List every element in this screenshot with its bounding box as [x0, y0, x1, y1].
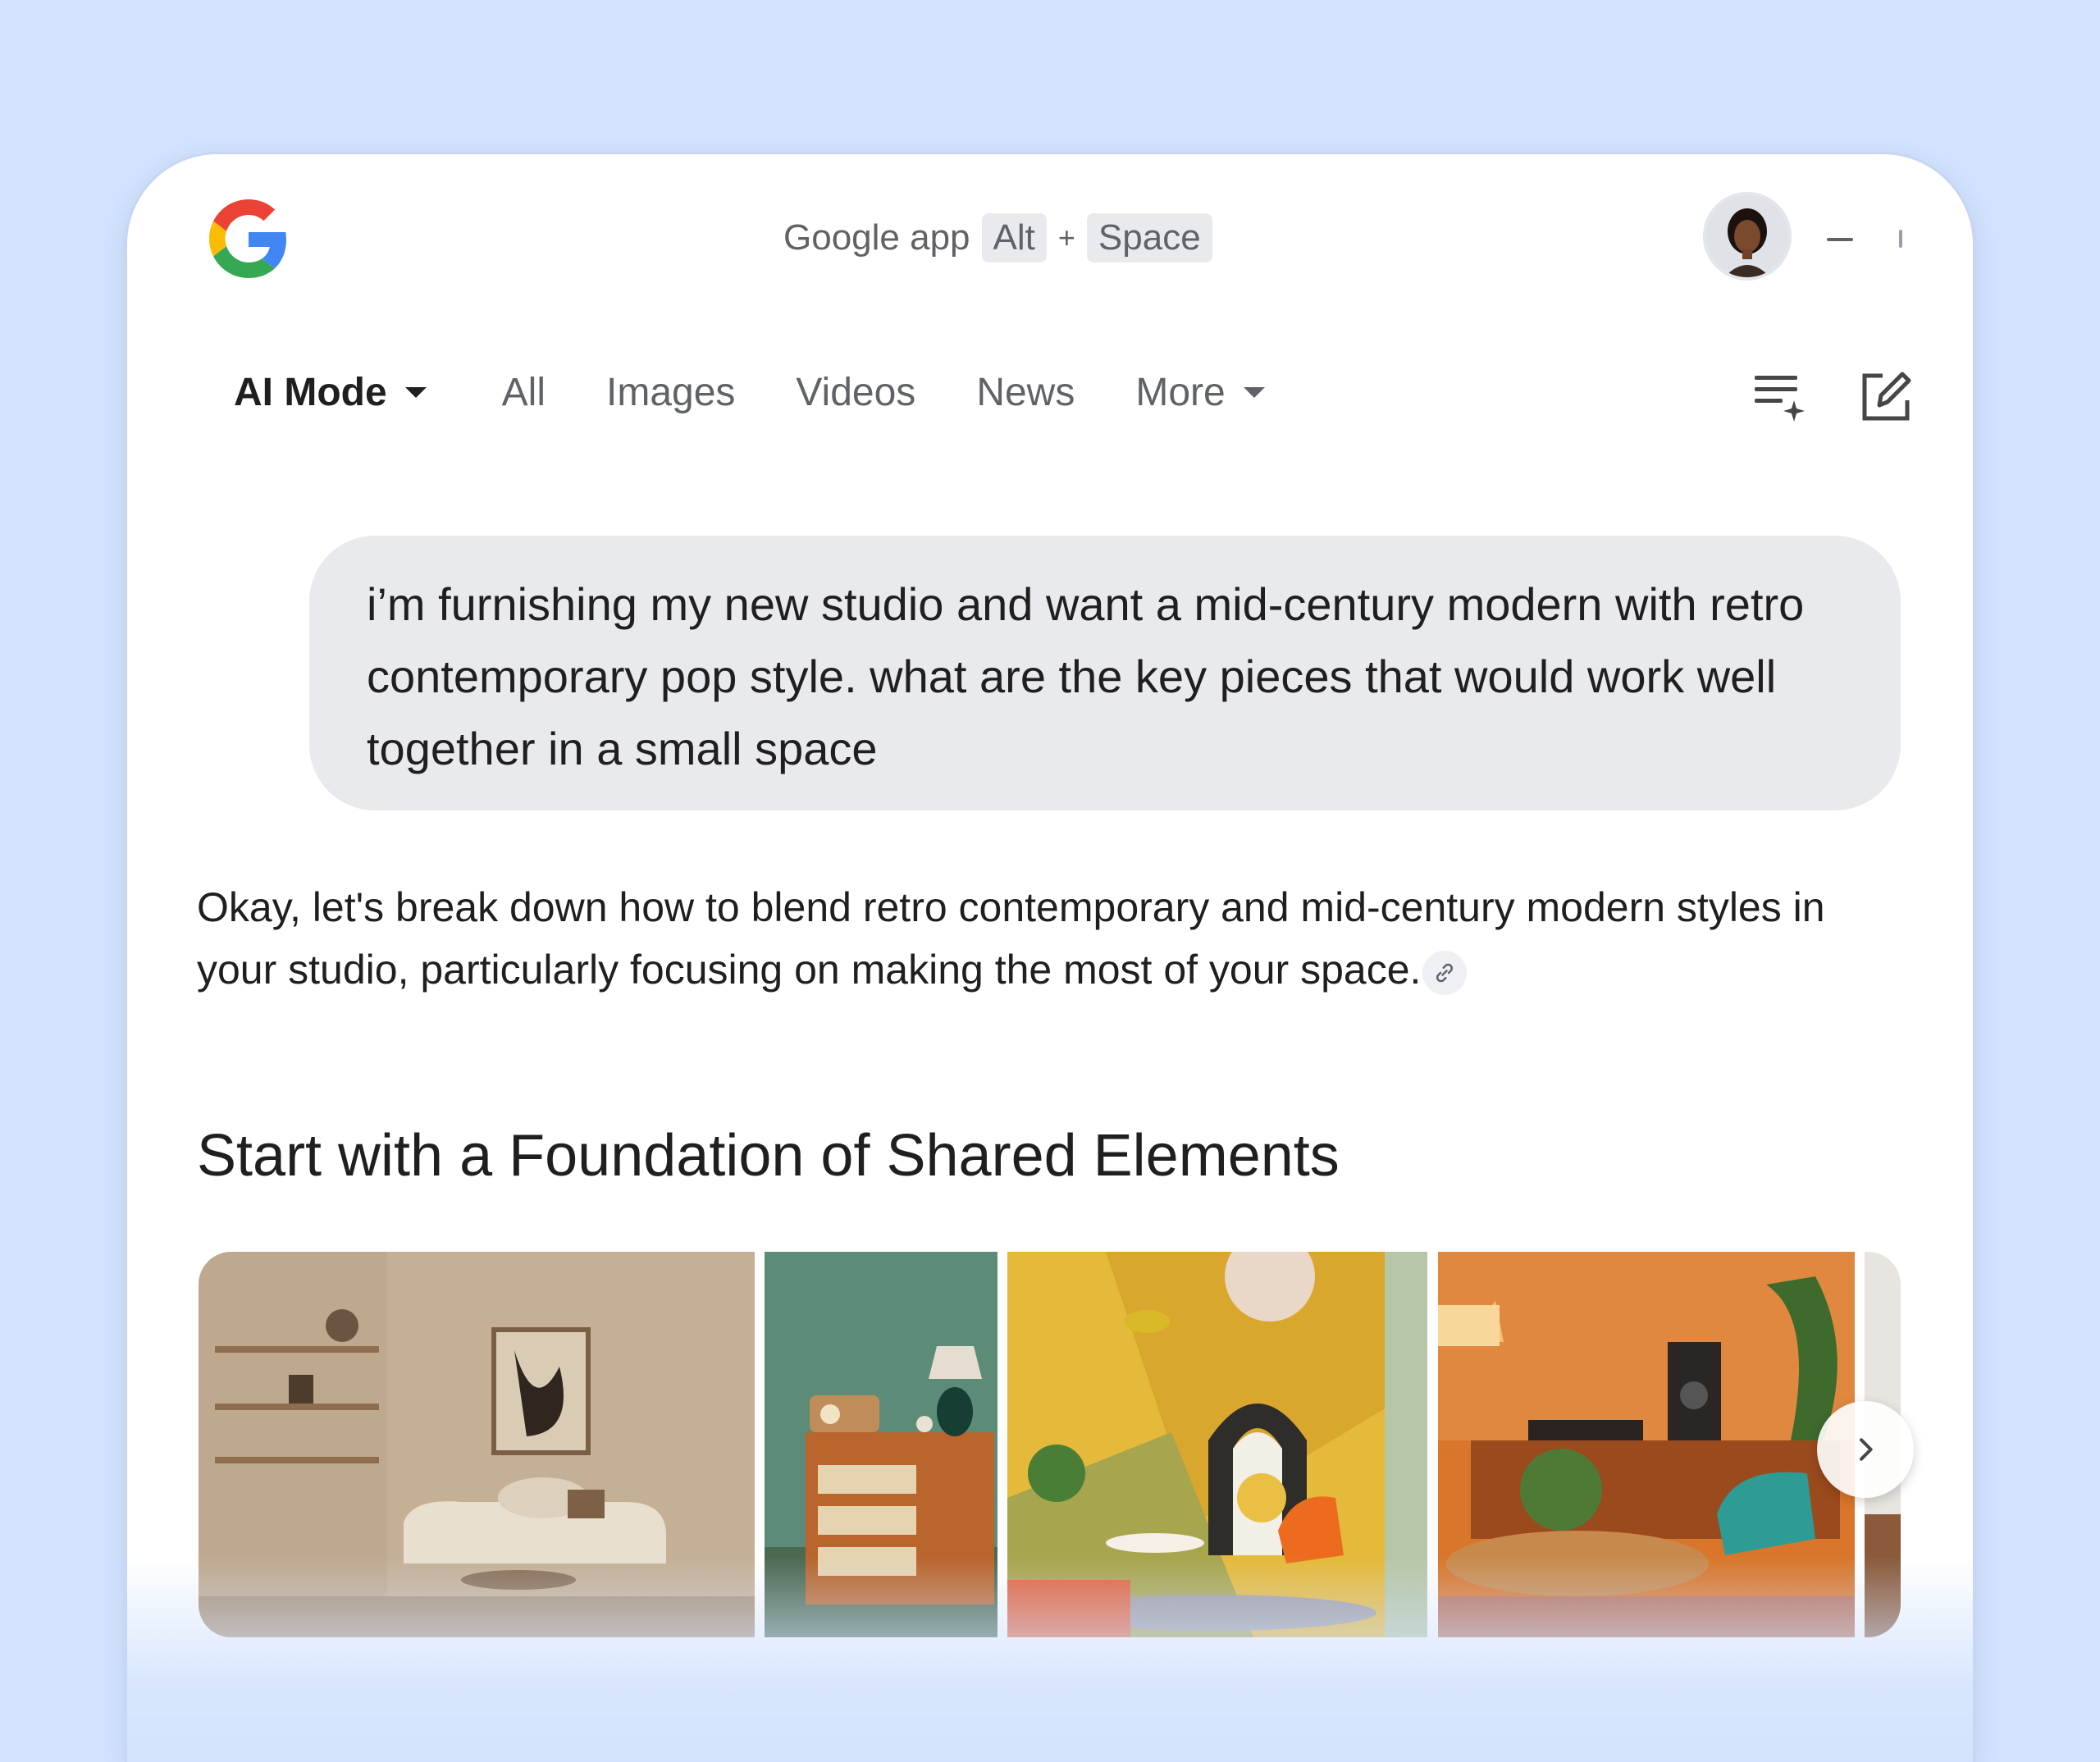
tab-label: Videos	[796, 370, 916, 414]
app-name: Google app	[783, 217, 970, 258]
tab-images[interactable]: Images	[606, 370, 735, 415]
tab-more[interactable]: More	[1135, 370, 1265, 415]
tab-label: Images	[606, 370, 736, 414]
history-sparkle-icon[interactable]	[1751, 367, 1809, 425]
link-icon	[1436, 963, 1454, 983]
tab-label: AI Mode	[234, 370, 387, 414]
bottom-fade-overlay	[127, 1557, 1973, 1762]
avatar-portrait	[1706, 195, 1788, 277]
shortcut-key-space: Space	[1086, 213, 1212, 262]
tab-videos[interactable]: Videos	[796, 370, 915, 415]
chevron-right-icon	[1860, 1438, 1873, 1461]
tab-all[interactable]: All	[502, 370, 546, 415]
user-query-text: i’m furnishing my new studio and want a …	[367, 578, 1805, 774]
answer-text: Okay, let's break down how to blend retr…	[197, 884, 1825, 993]
tab-label: All	[501, 370, 546, 414]
search-tabs: AI Mode All Images Videos News More	[234, 355, 1326, 429]
window-title: Google app Alt + Space	[783, 213, 1212, 262]
source-link-button[interactable]	[1422, 950, 1468, 995]
more-options-edge-icon[interactable]	[1899, 230, 1902, 248]
minimize-button[interactable]	[1827, 238, 1853, 241]
shortcut-key-alt: Alt	[981, 213, 1047, 262]
user-avatar[interactable]	[1706, 195, 1788, 277]
tab-label: News	[976, 370, 1075, 414]
shortcut-plus: +	[1057, 221, 1075, 254]
new-chat-edit-icon[interactable]	[1858, 367, 1915, 425]
chevron-down-icon	[1243, 386, 1265, 398]
user-query-bubble: i’m furnishing my new studio and want a …	[309, 536, 1901, 810]
ai-answer-intro: Okay, let's break down how to blend retr…	[197, 876, 1903, 1001]
tab-label: More	[1135, 370, 1226, 414]
chevron-down-icon	[404, 386, 427, 398]
section-heading: Start with a Foundation of Shared Elemen…	[197, 1123, 1340, 1189]
tab-ai-mode[interactable]: AI Mode	[234, 370, 427, 415]
google-logo-icon[interactable]	[209, 199, 288, 278]
carousel-next-button[interactable]	[1817, 1401, 1914, 1498]
tab-news[interactable]: News	[976, 370, 1075, 415]
google-app-window: Google app Alt + Space AI Mode All Image…	[127, 154, 1973, 1762]
